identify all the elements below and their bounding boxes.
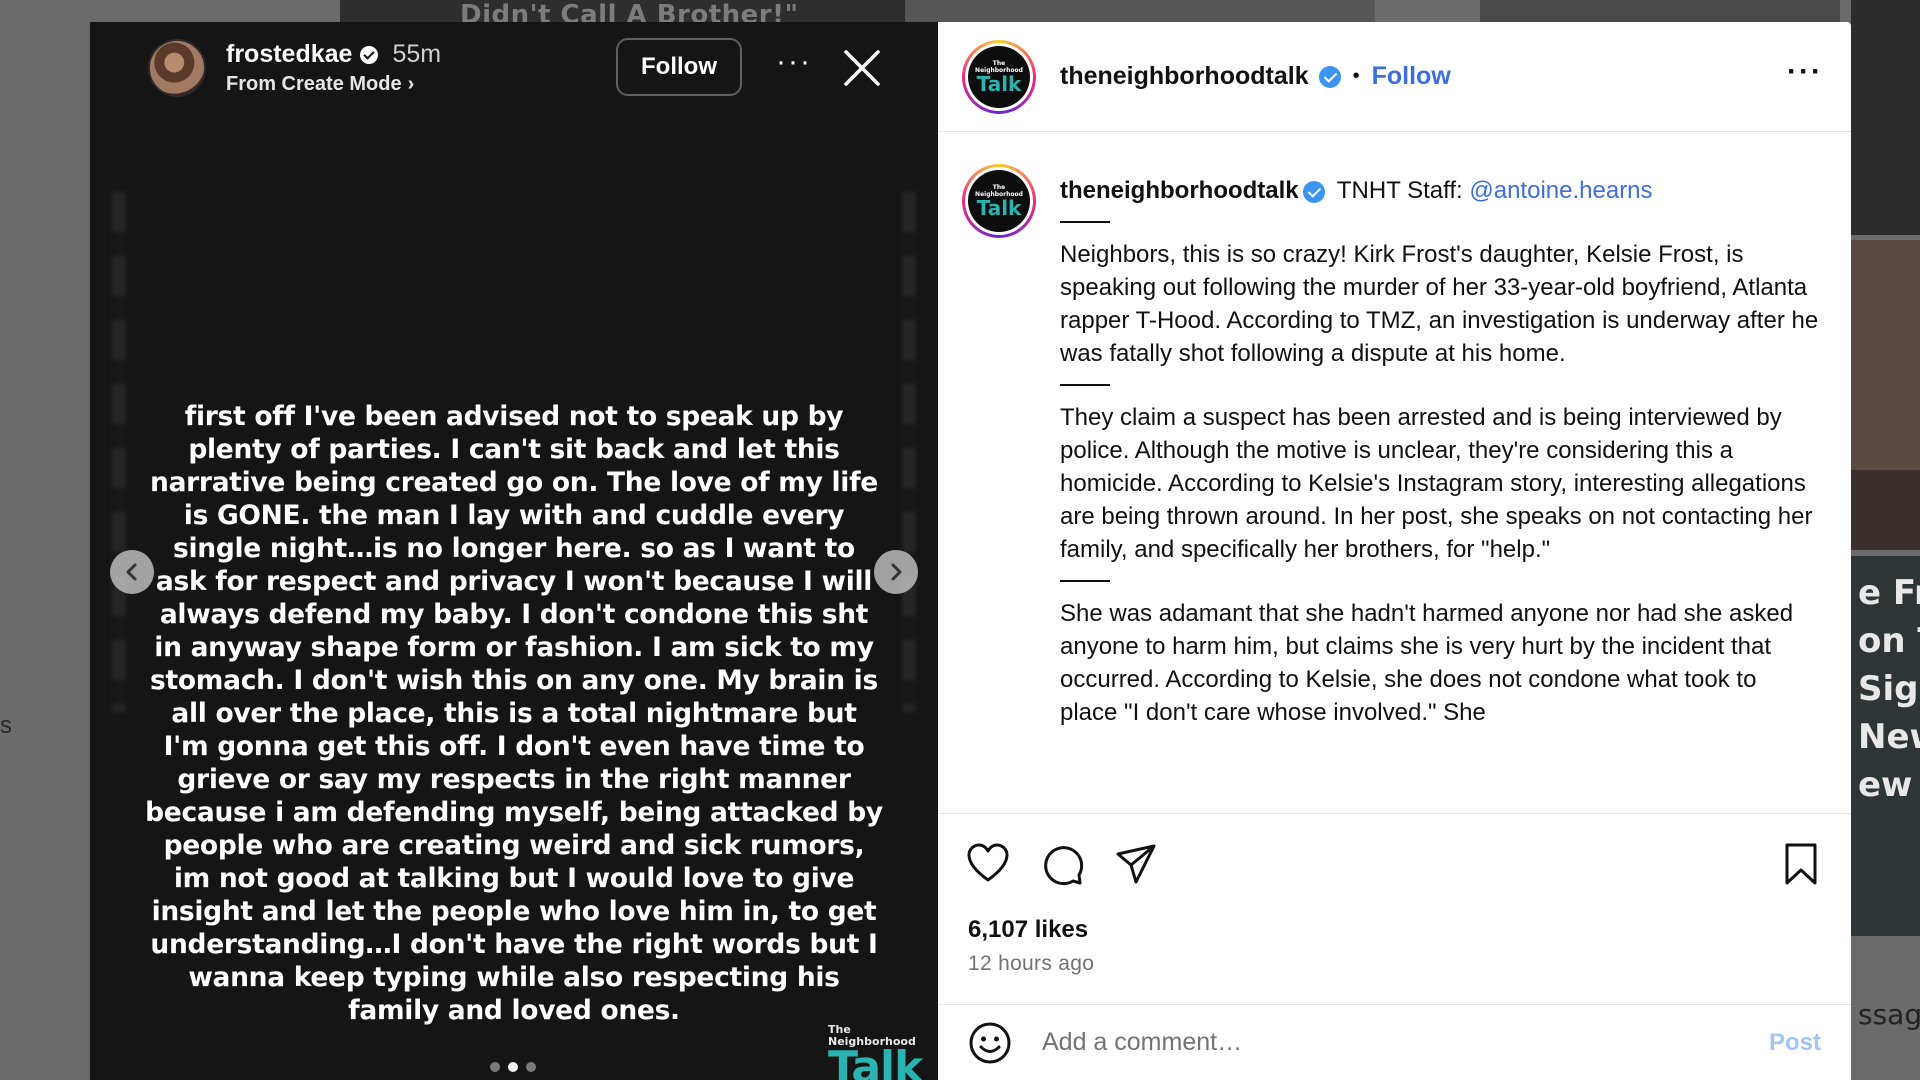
account-username[interactable]: theneighborhoodtalk (1060, 62, 1309, 91)
backdrop-fragment: on Ti (1858, 621, 1920, 661)
post-comment-button[interactable]: Post (1769, 1029, 1821, 1057)
post-modal: frostedkae 55m From Create Mode › Follow… (90, 22, 1851, 1080)
backdrop-image (905, 0, 1375, 22)
post-details: The Neighborhood Talk theneighborhoodtal… (938, 22, 1851, 1080)
backdrop-headline: Didn't Call A Brother!" (460, 0, 799, 22)
follow-button[interactable]: Follow (1372, 62, 1451, 91)
share-icon[interactable] (1114, 842, 1158, 886)
story-time: 55m (392, 40, 442, 68)
bookmark-icon[interactable] (1779, 842, 1823, 886)
carousel-dots (490, 1062, 536, 1072)
divider (1060, 384, 1110, 386)
chevron-right-icon: › (407, 73, 415, 95)
verified-icon (360, 45, 379, 64)
emoji-icon[interactable] (968, 1021, 1012, 1065)
caption-paragraph: They claim a suspect has been arrested a… (1060, 404, 1813, 563)
separator-dot: • (1352, 65, 1360, 87)
divider (1060, 221, 1110, 223)
post-header: The Neighborhood Talk theneighborhoodtal… (938, 22, 1851, 132)
divider (1060, 580, 1110, 582)
comment-bar: Post (938, 1004, 1851, 1080)
next-button[interactable] (874, 550, 918, 594)
backdrop-image (1480, 0, 1840, 22)
verified-icon (1318, 65, 1341, 88)
comment-input[interactable] (1042, 1028, 1722, 1057)
close-icon[interactable] (842, 48, 882, 88)
previous-button[interactable] (110, 550, 154, 594)
story-follow-button[interactable]: Follow (616, 38, 742, 96)
story-more-button[interactable]: ··· (776, 47, 812, 77)
backdrop-image (1851, 470, 1920, 550)
caption-scroll-area[interactable]: theneighborhoodtalk TNHT Staff: @antoine… (938, 133, 1851, 813)
chevron-right-icon (891, 563, 902, 581)
backdrop-fragment: e Fro (1858, 573, 1920, 613)
caption-intro: TNHT Staff: (1330, 177, 1470, 204)
caption-mention-link[interactable]: @antoine.hearns (1469, 177, 1652, 204)
backdrop-fragment: Sign (1858, 669, 1920, 709)
action-bar: 6,107 likes 12 hours ago (938, 813, 1851, 1003)
story-subtitle-link[interactable]: From Create Mode › (226, 73, 441, 96)
backdrop-fragment: ew (1858, 765, 1913, 805)
story-text: first off I've been advised not to speak… (145, 401, 883, 1026)
story-username[interactable]: frostedkae (226, 40, 352, 69)
story-subtitle: From Create Mode (226, 73, 402, 95)
backdrop-image (1851, 0, 1920, 235)
post-caption: theneighborhoodtalk TNHT Staff: @antoine… (1060, 174, 1820, 729)
likes-count[interactable]: 6,107 likes (968, 916, 1088, 944)
backdrop-fragment: s (0, 712, 12, 739)
story-side-blur (902, 192, 916, 712)
verified-icon (1302, 180, 1325, 203)
carousel-dot-active (508, 1062, 518, 1072)
story-side-blur (112, 192, 126, 712)
carousel-dot (526, 1062, 536, 1072)
caption-username[interactable]: theneighborhoodtalk (1060, 177, 1299, 204)
story-avatar[interactable] (148, 39, 206, 97)
post-timestamp: 12 hours ago (968, 952, 1095, 975)
story-media: frostedkae 55m From Create Mode › Follow… (90, 22, 938, 1080)
caption-paragraph: Neighbors, this is so crazy! Kirk Frost'… (1060, 241, 1819, 367)
carousel-dot (490, 1062, 500, 1072)
comment-icon[interactable] (1040, 842, 1084, 886)
story-user-info: frostedkae 55m From Create Mode › (226, 40, 441, 96)
chevron-left-icon (126, 563, 137, 581)
watermark-logo: The Neighborhood Talk (828, 1023, 923, 1080)
post-more-button[interactable]: ··· (1787, 57, 1823, 87)
heart-icon[interactable] (966, 842, 1010, 886)
backdrop-fragment: New (1858, 717, 1920, 757)
backdrop-image (1851, 240, 1920, 470)
caption-paragraph: She was adamant that she hadn't harmed a… (1060, 600, 1794, 726)
backdrop-fragment: ssage (1858, 998, 1920, 1031)
account-avatar[interactable]: The Neighborhood Talk (962, 39, 1036, 114)
